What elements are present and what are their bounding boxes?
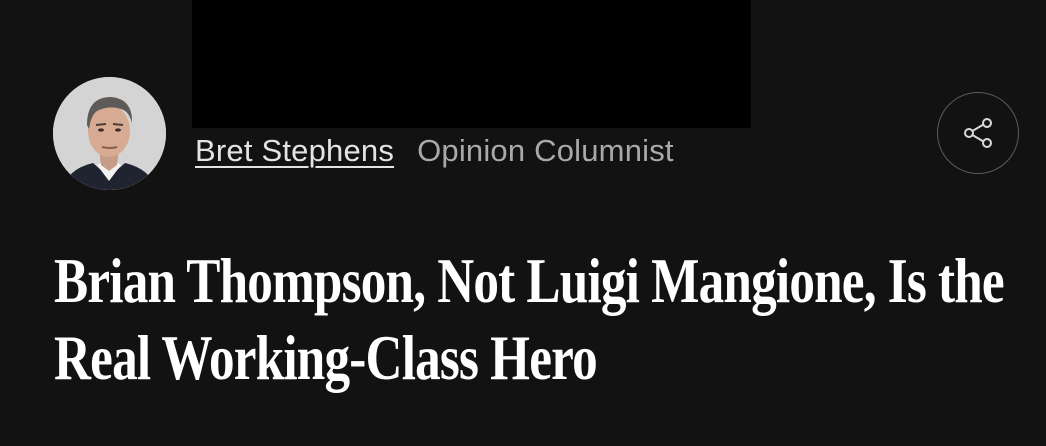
share-icon [964,118,992,148]
headline-line-1: Brian Thompson, Not Luigi Mangione, Is t… [54,245,1005,316]
author-avatar[interactable] [53,77,166,190]
media-placeholder [192,0,751,128]
byline: Bret Stephens Opinion Columnist [195,131,674,171]
author-photo [53,77,166,190]
headline-line-2: Real Working-Class Hero [54,322,598,393]
article-headline: Brian Thompson, Not Luigi Mangione, Is t… [54,242,1005,396]
share-button[interactable] [937,92,1019,174]
author-name-link[interactable]: Bret Stephens [195,133,394,169]
author-role: Opinion Columnist [417,133,674,168]
